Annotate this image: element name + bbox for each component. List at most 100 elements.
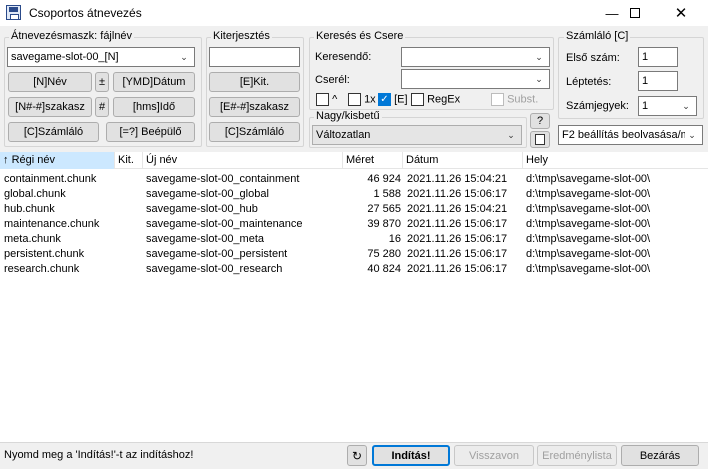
case-value: Változatlan bbox=[316, 129, 371, 141]
search-replace-label: Keresés és Csere bbox=[314, 30, 406, 42]
chevron-down-icon: ⌄ bbox=[682, 100, 690, 111]
ext-option[interactable]: ✓ [E] bbox=[378, 93, 408, 106]
cell-size: 27 565 bbox=[367, 203, 401, 215]
close-button[interactable]: Bezárás bbox=[621, 445, 699, 466]
replace-combo[interactable]: ⌄ bbox=[401, 69, 550, 89]
refresh-button[interactable]: ↻ bbox=[347, 445, 367, 466]
column-path[interactable]: Hely bbox=[523, 152, 708, 169]
cell-old-name: global.chunk bbox=[4, 188, 66, 200]
column-date[interactable]: Dátum bbox=[403, 152, 523, 169]
cell-ext bbox=[118, 202, 142, 217]
ext-counter-button[interactable]: [C]Számláló bbox=[209, 122, 300, 142]
cell-size: 16 bbox=[388, 233, 401, 245]
ext-checkbox[interactable]: ✓ bbox=[378, 93, 391, 106]
cell-size: 1 588 bbox=[373, 188, 401, 200]
digits-combo[interactable]: 1 ⌄ bbox=[638, 96, 697, 116]
table-row[interactable]: research.chunk savegame-slot-00_research 4… bbox=[0, 262, 708, 277]
refresh-icon: ↻ bbox=[351, 448, 363, 463]
clipboard-button[interactable] bbox=[530, 131, 550, 148]
status-text: Nyomd meg a 'Indítás!'-t az indításhoz! bbox=[4, 449, 194, 461]
cell-date: 2021.11.26 15:06:17 bbox=[407, 233, 508, 245]
cell-new-name: savegame-slot-00_persistent bbox=[146, 248, 288, 260]
mask-combo[interactable]: savegame-slot-00_[N] ⌄ bbox=[7, 47, 195, 67]
first-number-input[interactable]: 1 bbox=[638, 47, 678, 67]
table-row[interactable]: hub.chunk savegame-slot-00_hub 27 565 2021.… bbox=[0, 202, 708, 217]
cell-old-name: maintenance.chunk bbox=[4, 218, 100, 230]
cell-old-name: research.chunk bbox=[4, 263, 80, 275]
plugin-button[interactable]: [=?] Beépülő bbox=[106, 122, 195, 142]
table-row[interactable]: global.chunk savegame-slot-00_global 1 588… bbox=[0, 187, 708, 202]
subst-option[interactable]: Subst. bbox=[491, 93, 538, 106]
f2-settings-combo[interactable]: F2 beállítás beolvasása/mentése ⌄ bbox=[558, 125, 703, 145]
start-button[interactable]: Indítás! bbox=[372, 445, 450, 466]
clipboard-icon bbox=[535, 134, 545, 145]
chevron-down-icon: ⌄ bbox=[535, 73, 543, 84]
once-checkbox[interactable] bbox=[348, 93, 361, 106]
column-old-name-label: Régi név bbox=[11, 154, 55, 166]
cell-new-name: savegame-slot-00_containment bbox=[146, 173, 300, 185]
name-button[interactable]: [N]Név bbox=[8, 72, 92, 92]
cell-date: 2021.11.26 15:06:17 bbox=[407, 188, 508, 200]
caret-checkbox[interactable] bbox=[316, 93, 329, 106]
maximize-button[interactable] bbox=[612, 0, 658, 26]
close-window-button[interactable]: ✕ bbox=[658, 0, 704, 26]
column-old-name[interactable]: ↑ Régi név bbox=[0, 152, 115, 169]
once-option[interactable]: 1x bbox=[348, 93, 376, 106]
footer-separator bbox=[0, 442, 708, 443]
counter-button[interactable]: [C]Számláló bbox=[8, 122, 99, 142]
window-title: Csoportos átnevezés bbox=[29, 6, 142, 20]
regex-checkbox[interactable] bbox=[411, 93, 424, 106]
caret-option[interactable]: ^ bbox=[316, 93, 337, 106]
extension-group-label: Kiterjesztés bbox=[211, 30, 272, 42]
cell-ext bbox=[118, 247, 142, 262]
range-button[interactable]: [N#-#]szakasz bbox=[8, 97, 92, 117]
floppy-disk-icon bbox=[6, 5, 21, 20]
case-group-label: Nagy/kisbetű bbox=[314, 110, 382, 122]
cell-size: 75 280 bbox=[367, 248, 401, 260]
extension-input[interactable] bbox=[209, 47, 300, 67]
table-row[interactable]: persistent.chunk savegame-slot-00_persist… bbox=[0, 247, 708, 262]
caret-label: ^ bbox=[332, 93, 338, 106]
help-button[interactable]: ? bbox=[530, 113, 550, 129]
list-header: ↑ Régi név Kit. Új név Méret Dátum Hely bbox=[0, 152, 708, 169]
cell-date: 2021.11.26 15:06:17 bbox=[407, 248, 508, 260]
cell-path: d:\tmp\savegame-slot-00\ bbox=[526, 263, 651, 275]
counter-group-label: Számláló [C] bbox=[564, 30, 631, 42]
cell-ext bbox=[118, 232, 142, 247]
search-combo[interactable]: ⌄ bbox=[401, 47, 550, 67]
table-row[interactable]: meta.chunk savegame-slot-00_meta 16 2021.11… bbox=[0, 232, 708, 247]
mask-value: savegame-slot-00_[N] bbox=[11, 51, 119, 63]
once-label: 1x bbox=[364, 93, 376, 106]
column-size[interactable]: Méret bbox=[343, 152, 403, 169]
cell-old-name: hub.chunk bbox=[4, 203, 55, 215]
hash-button[interactable]: # bbox=[95, 97, 109, 117]
sort-up-icon: ↑ bbox=[3, 154, 9, 166]
cell-path: d:\tmp\savegame-slot-00\ bbox=[526, 173, 651, 185]
subst-checkbox[interactable] bbox=[491, 93, 504, 106]
cell-new-name: savegame-slot-00_hub bbox=[146, 203, 258, 215]
table-row[interactable]: maintenance.chunk savegame-slot-00_mainte… bbox=[0, 217, 708, 232]
cell-ext bbox=[118, 172, 142, 187]
undo-button[interactable]: Visszavon bbox=[454, 445, 534, 466]
ext-range-button[interactable]: [E#-#]szakasz bbox=[209, 97, 300, 117]
case-combo[interactable]: Változatlan ⌄ bbox=[312, 125, 522, 145]
regex-option[interactable]: RegEx bbox=[411, 93, 460, 106]
cell-path: d:\tmp\savegame-slot-00\ bbox=[526, 188, 651, 200]
step-label: Léptetés: bbox=[566, 76, 612, 88]
column-ext[interactable]: Kit. bbox=[115, 152, 143, 169]
results-button[interactable]: Eredménylista bbox=[537, 445, 617, 466]
cell-path: d:\tmp\savegame-slot-00\ bbox=[526, 218, 651, 230]
cell-path: d:\tmp\savegame-slot-00\ bbox=[526, 203, 651, 215]
ext-button[interactable]: [E]Kit. bbox=[209, 72, 300, 92]
first-number-label: Első szám: bbox=[566, 52, 620, 64]
date-button[interactable]: [YMD]Dátum bbox=[113, 72, 195, 92]
chevron-down-icon: ⌄ bbox=[507, 129, 515, 140]
cell-date: 2021.11.26 15:04:21 bbox=[407, 203, 508, 215]
step-input[interactable]: 1 bbox=[638, 71, 678, 91]
cell-size: 40 824 bbox=[367, 263, 401, 275]
column-new-name[interactable]: Új név bbox=[143, 152, 343, 169]
plus-minus-button[interactable]: ± bbox=[95, 72, 109, 92]
cell-date: 2021.11.26 15:06:17 bbox=[407, 218, 508, 230]
table-row[interactable]: containment.chunk savegame-slot-00_contai… bbox=[0, 172, 708, 187]
time-button[interactable]: [hms]Idő bbox=[113, 97, 195, 117]
